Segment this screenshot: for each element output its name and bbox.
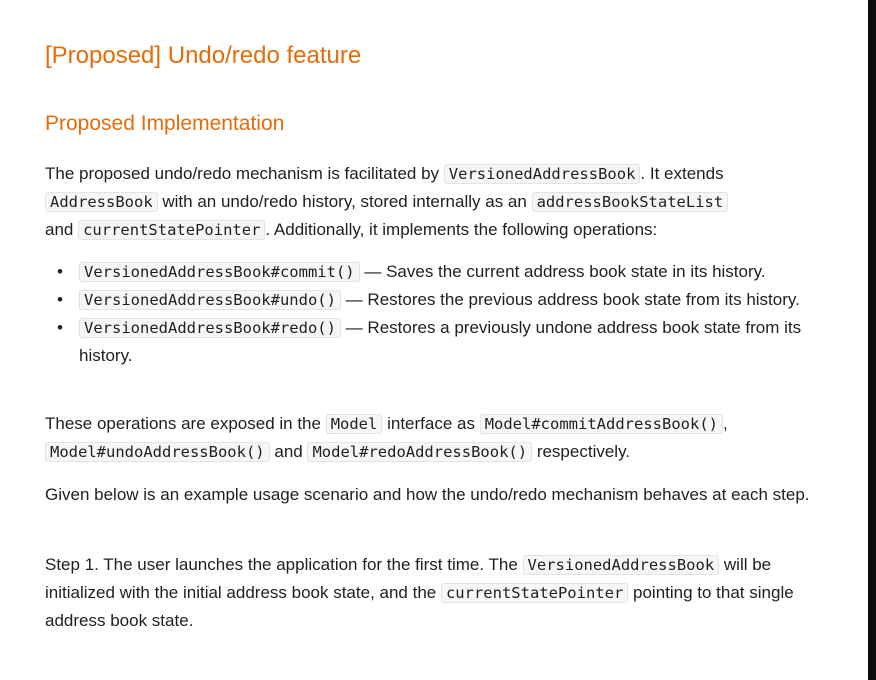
list-item: • VersionedAddressBook#redo() — Restores … [57, 314, 815, 369]
window-edge [868, 0, 876, 680]
model-text-3: , [722, 414, 728, 433]
bullet-icon: • [57, 290, 63, 309]
commit-description: — Saves the current address book state i… [359, 262, 766, 281]
code-versioned-address-book: VersionedAddressBook [443, 164, 641, 184]
code-undo-address-book: Model#undoAddressBook() [45, 442, 270, 462]
code-address-book: AddressBook [45, 192, 158, 212]
intro-text-3: with an undo/redo history, stored intern… [157, 192, 532, 211]
model-text-5: respectively. [532, 442, 631, 461]
list-item: • VersionedAddressBook#undo() — Restores … [57, 286, 815, 314]
step1-paragraph: Step 1. The user launches the applicatio… [45, 551, 815, 634]
code-versioned-address-book-2: VersionedAddressBook [522, 555, 720, 575]
code-current-state-pointer-2: currentStatePointer [440, 583, 629, 603]
intro-text-4: and [45, 220, 79, 239]
operations-list: • VersionedAddressBook#commit() — Saves t… [45, 258, 815, 369]
code-redo: VersionedAddressBook#redo() [79, 318, 341, 338]
code-commit: VersionedAddressBook#commit() [79, 262, 360, 282]
undo-description: — Restores the previous address book sta… [340, 290, 800, 309]
intro-text-5: . Additionally, it implements the follow… [265, 220, 658, 239]
bullet-icon: • [57, 318, 63, 337]
intro-text-2: . It extends [640, 164, 724, 183]
intro-paragraph: The proposed undo/redo mechanism is faci… [45, 160, 815, 244]
code-redo-address-book: Model#redoAddressBook() [307, 442, 533, 462]
code-model: Model [325, 414, 383, 434]
code-state-list: addressBookStateList [531, 192, 729, 212]
code-commit-address-book: Model#commitAddressBook() [479, 414, 723, 434]
step1-text-1: Step 1. The user launches the applicatio… [45, 555, 523, 574]
section-title: [Proposed] Undo/redo feature [45, 42, 362, 69]
bullet-icon: • [57, 262, 63, 281]
model-text-1: These operations are exposed in the [45, 414, 326, 433]
model-paragraph: These operations are exposed in the Mode… [45, 410, 815, 466]
subsection-title: Proposed Implementation [45, 112, 285, 135]
code-current-state-pointer: currentStatePointer [78, 220, 266, 240]
model-text-2: interface as [382, 414, 480, 433]
list-item: • VersionedAddressBook#commit() — Saves t… [57, 258, 815, 286]
intro-text-1: The proposed undo/redo mechanism is faci… [45, 164, 444, 183]
scenario-paragraph: Given below is an example usage scenario… [45, 485, 810, 504]
model-text-4: and [269, 442, 308, 461]
code-undo: VersionedAddressBook#undo() [79, 290, 341, 310]
